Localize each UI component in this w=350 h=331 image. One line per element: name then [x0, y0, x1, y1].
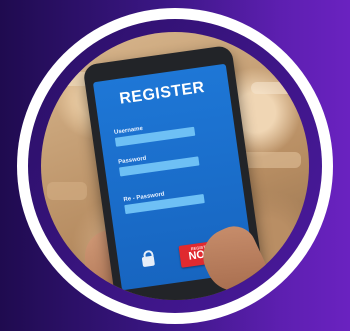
register-title: REGISTER [118, 78, 206, 108]
register-photo: REGISTER Username Password Re - Password… [41, 32, 309, 300]
lock-icon [141, 255, 155, 268]
bg-blur [241, 152, 301, 168]
bg-blur [251, 82, 301, 94]
bg-blur [47, 182, 87, 200]
